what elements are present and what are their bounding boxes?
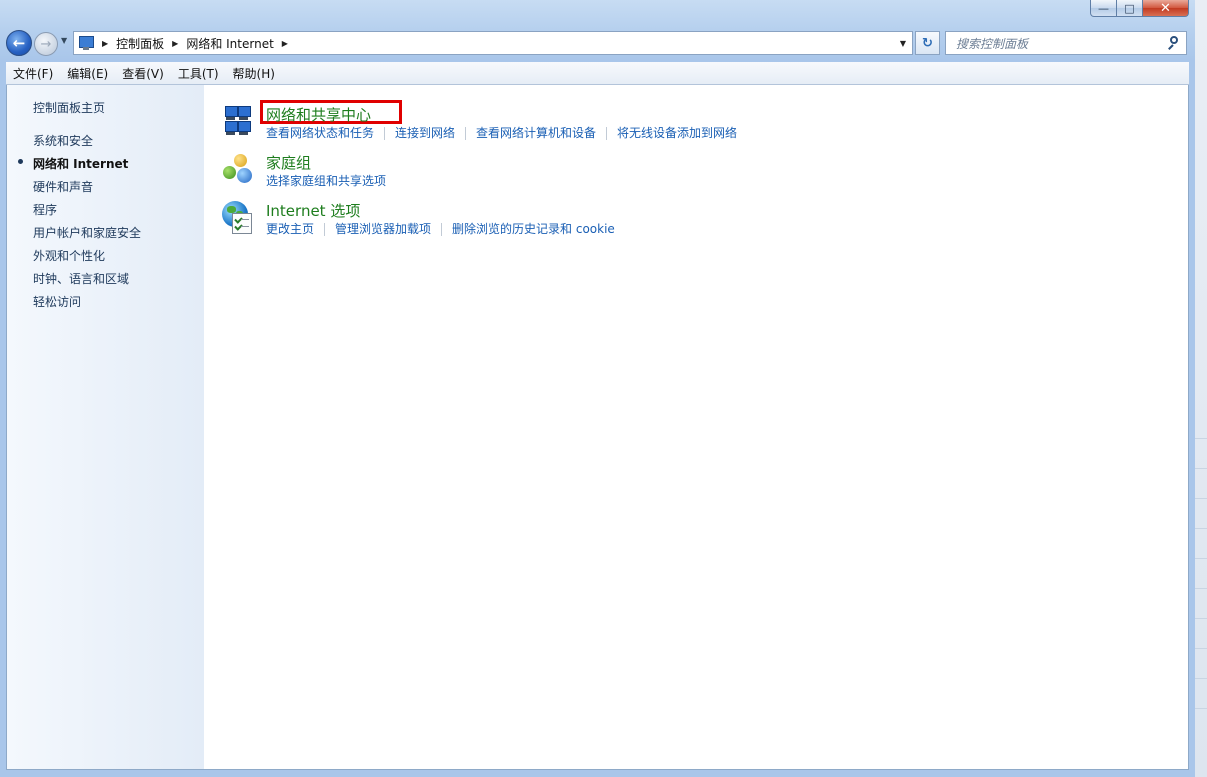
search-input[interactable] — [954, 33, 1168, 55]
menu-view[interactable]: 查看(V) — [115, 65, 171, 82]
search-box[interactable] — [945, 31, 1187, 55]
close-button[interactable]: ✕ — [1143, 0, 1189, 17]
caption-buttons: — □ ✕ — [1090, 0, 1189, 18]
chevron-right-icon[interactable]: ▶ — [282, 39, 288, 48]
arrow-left-icon: ← — [12, 34, 26, 52]
forward-button[interactable]: → — [34, 32, 58, 56]
chevron-right-icon[interactable]: ▶ — [172, 39, 178, 48]
link-add-wireless-device[interactable]: 将无线设备添加到网络 — [606, 127, 747, 140]
arrow-right-icon: → — [40, 36, 52, 52]
back-button[interactable]: ← — [6, 30, 32, 56]
category-title-network-sharing[interactable]: 网络和共享中心 — [266, 104, 371, 125]
link-change-homepage[interactable]: 更改主页 — [266, 223, 324, 236]
active-bullet-icon — [18, 159, 23, 164]
address-bar[interactable]: ▶ 控制面板 ▶ 网络和 Internet ▶ ▼ — [73, 31, 913, 55]
homegroup-icon[interactable] — [221, 152, 257, 188]
sidebar-item-home[interactable]: 控制面板主页 — [33, 99, 105, 116]
sidebar-item-appearance[interactable]: 外观和个性化 — [33, 247, 105, 264]
control-panel-window: — □ ✕ ← → ▼ ▶ 控制面板 ▶ 网络和 Internet ▶ ▼ ↻ — [0, 0, 1196, 777]
category-links: 选择家庭组和共享选项 — [266, 175, 396, 188]
main-panel: 网络和共享中心 查看网络状态和任务 连接到网络 查看网络计算机和设备 将无线设备… — [204, 85, 1188, 769]
breadcrumb-control-panel[interactable]: 控制面板 — [116, 35, 164, 52]
menu-help[interactable]: 帮助(H) — [226, 65, 282, 82]
sidebar-item-user-accounts[interactable]: 用户帐户和家庭安全 — [33, 224, 141, 241]
sidebar-item-hardware-sound[interactable]: 硬件和声音 — [33, 178, 93, 195]
sidebar-item-system-security[interactable]: 系统和安全 — [33, 132, 93, 149]
internet-options-icon[interactable] — [221, 200, 257, 236]
control-panel-icon — [78, 35, 94, 51]
menu-tools[interactable]: 工具(T) — [171, 65, 226, 82]
link-connect-network[interactable]: 连接到网络 — [384, 127, 465, 140]
address-dropdown-button[interactable]: ▼ — [894, 32, 912, 54]
chevron-right-icon[interactable]: ▶ — [102, 39, 108, 48]
sidebar: 控制面板主页 系统和安全 网络和 Internet 硬件和声音 程序 用户帐户和… — [7, 85, 204, 769]
refresh-button[interactable]: ↻ — [915, 31, 940, 55]
category-links: 查看网络状态和任务 连接到网络 查看网络计算机和设备 将无线设备添加到网络 — [266, 127, 747, 140]
sidebar-item-clock-language[interactable]: 时钟、语言和区域 — [33, 270, 129, 287]
category-title-homegroup[interactable]: 家庭组 — [266, 152, 311, 173]
menu-file[interactable]: 文件(F) — [6, 65, 60, 82]
menu-edit[interactable]: 编辑(E) — [60, 65, 115, 82]
menu-bar: 文件(F) 编辑(E) 查看(V) 工具(T) 帮助(H) — [6, 62, 1189, 85]
content-area: 控制面板主页 系统和安全 网络和 Internet 硬件和声音 程序 用户帐户和… — [6, 85, 1189, 770]
network-icon[interactable] — [221, 104, 257, 140]
background-window-edge — [1195, 0, 1207, 777]
category-title-internet-options[interactable]: Internet 选项 — [266, 200, 360, 221]
sidebar-item-programs[interactable]: 程序 — [33, 201, 57, 218]
recent-pages-dropdown[interactable]: ▼ — [61, 36, 71, 50]
sidebar-item-network-internet[interactable]: 网络和 Internet — [33, 155, 128, 172]
link-homegroup-sharing[interactable]: 选择家庭组和共享选项 — [266, 175, 396, 188]
navigation-bar: ← → ▼ ▶ 控制面板 ▶ 网络和 Internet ▶ ▼ ↻ — [0, 28, 1195, 58]
search-icon[interactable] — [1167, 36, 1181, 50]
link-view-network-status[interactable]: 查看网络状态和任务 — [266, 127, 384, 140]
maximize-button[interactable]: □ — [1117, 0, 1143, 17]
link-manage-addons[interactable]: 管理浏览器加载项 — [324, 223, 441, 236]
category-links: 更改主页 管理浏览器加载项 删除浏览的历史记录和 cookie — [266, 223, 625, 236]
link-view-network-computers[interactable]: 查看网络计算机和设备 — [465, 127, 606, 140]
refresh-icon: ↻ — [922, 35, 933, 51]
link-delete-history[interactable]: 删除浏览的历史记录和 cookie — [441, 223, 625, 236]
breadcrumb-network-internet[interactable]: 网络和 Internet — [186, 35, 273, 52]
minimize-button[interactable]: — — [1090, 0, 1117, 17]
sidebar-item-ease-of-access[interactable]: 轻松访问 — [33, 293, 81, 310]
